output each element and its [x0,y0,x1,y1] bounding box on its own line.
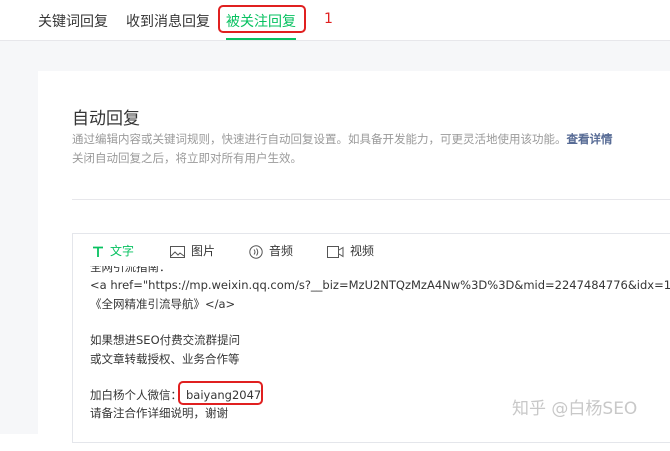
tab-message-reply[interactable]: 收到消息回复 [126,11,210,31]
content-line-link-html: <a href="https://mp.weixin.qq.com/s?__bi… [90,278,670,292]
description-line-1: 通过编辑内容或关键词规则，快速进行自动回复设置。如具备开发能力，可更灵活地使用该… [72,131,613,147]
tool-video[interactable]: 视频 [327,242,374,259]
image-icon [170,245,185,258]
video-icon [327,245,344,258]
description-text: 通过编辑内容或关键词规则，快速进行自动回复设置。如具备开发能力，可更灵活地使用该… [72,132,567,146]
reply-tabs: 关键词回复 收到消息回复 被关注回复 [0,0,670,41]
audio-icon [249,244,263,259]
content-line-b: 或文章转载授权、业务合作等 [90,352,240,366]
wechat-label: 加白杨个人微信： [90,388,182,402]
content-line-link-text: 《全网精准引流导航》</a> [90,297,236,311]
annotation-box-tab [218,5,306,33]
content-line-partial: 全网引流指南： [90,266,171,274]
annotation-number: 1 [324,11,333,27]
tool-text-label: 文字 [110,244,135,258]
tool-image-label: 图片 [191,244,216,258]
editor-toolbar: 文字 图片 音频 视频 [72,234,670,266]
section-divider [72,199,670,200]
tool-image[interactable]: 图片 [170,242,215,259]
tool-audio[interactable]: 音频 [249,242,293,259]
annotation-box-wechat [178,381,263,405]
view-details-link[interactable]: 查看详情 [567,132,613,146]
text-icon [93,246,103,257]
tab-keyword-reply[interactable]: 关键词回复 [38,11,108,31]
tool-video-label: 视频 [350,244,375,258]
page-title: 自动回复 [72,109,140,129]
content-line-a: 如果想进SEO付费交流群提问 [90,333,241,347]
tool-audio-label: 音频 [269,244,294,258]
description-line-2: 关闭自动回复之后，将立即对所有用户生效。 [72,151,302,165]
tool-text[interactable]: 文字 [92,242,134,259]
watermark: 知乎 @白杨SEO [512,399,638,419]
content-line-c: 请备注合作详细说明，谢谢 [90,406,228,420]
